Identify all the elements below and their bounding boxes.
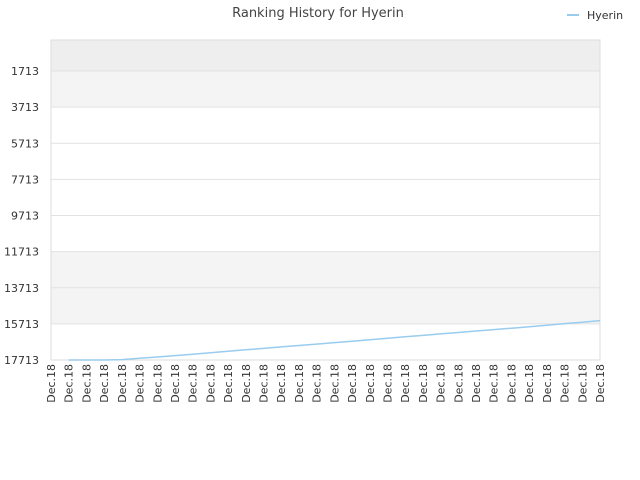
x-tick-label: Dec.18 [523, 364, 536, 403]
x-tick-label: Dec.18 [541, 364, 554, 403]
plot-band [51, 143, 600, 180]
x-tick-label: Dec.18 [594, 364, 607, 403]
x-tick-label: Dec.18 [505, 364, 518, 403]
x-tick-label: Dec.18 [240, 364, 253, 403]
x-tick-label: Dec.18 [399, 364, 412, 403]
plot-band [51, 179, 600, 216]
x-tick-label: Dec.18 [559, 364, 572, 403]
plot-band [51, 215, 600, 252]
x-tick-label: Dec.18 [311, 364, 324, 403]
x-tick-label: Dec.18 [293, 364, 306, 403]
plot-band [51, 71, 600, 108]
y-tick-label: 15713 [4, 318, 39, 331]
ranking-history-chart: Ranking History for Hyerin Hyerin 1713 37… [4, 6, 623, 403]
x-tick-label: Dec.18 [364, 364, 377, 403]
y-tick-label: 7713 [11, 173, 39, 186]
plot-band [51, 40, 600, 71]
x-tick-label: Dec.18 [222, 364, 235, 403]
x-tick-label: Dec.18 [151, 364, 164, 403]
x-tick-label: Dec.18 [98, 364, 111, 403]
x-tick-label: Dec.18 [63, 364, 76, 403]
y-tick-label: 5713 [11, 137, 39, 150]
legend-label-hyerin: Hyerin [587, 9, 623, 22]
plot-band [51, 287, 600, 324]
x-tick-label: Dec.18 [116, 364, 129, 403]
y-tick-label: 11713 [4, 246, 39, 259]
x-tick-label: Dec.18 [80, 364, 93, 403]
x-tick-label: Dec.18 [417, 364, 430, 403]
chart-title: Ranking History for Hyerin [232, 6, 404, 21]
x-tick-label: Dec.18 [275, 364, 288, 403]
plot-band [51, 251, 600, 288]
y-tick-label: 17713 [4, 354, 39, 367]
plot-band [51, 107, 600, 144]
x-tick-label: Dec.18 [45, 364, 58, 403]
x-tick-label: Dec.18 [470, 364, 483, 403]
x-tick-label: Dec.18 [576, 364, 589, 403]
y-tick-label: 13713 [4, 282, 39, 295]
x-tick-label: Dec.18 [204, 364, 217, 403]
x-tick-label: Dec.18 [488, 364, 501, 403]
x-tick-label: Dec.18 [452, 364, 465, 403]
x-tick-label: Dec.18 [435, 364, 448, 403]
plot-band [51, 323, 600, 360]
x-tick-label: Dec.18 [134, 364, 147, 403]
x-tick-label: Dec.18 [169, 364, 182, 403]
y-tick-label: 3713 [11, 101, 39, 114]
x-tick-label: Dec.18 [381, 364, 394, 403]
x-tick-label: Dec.18 [258, 364, 271, 403]
x-tick-label: Dec.18 [346, 364, 359, 403]
x-tick-label: Dec.18 [187, 364, 200, 403]
x-tick-label: Dec.18 [328, 364, 341, 403]
y-tick-label: 9713 [11, 210, 39, 223]
y-tick-label: 1713 [11, 65, 39, 78]
chart-legend[interactable]: Hyerin [567, 9, 623, 22]
